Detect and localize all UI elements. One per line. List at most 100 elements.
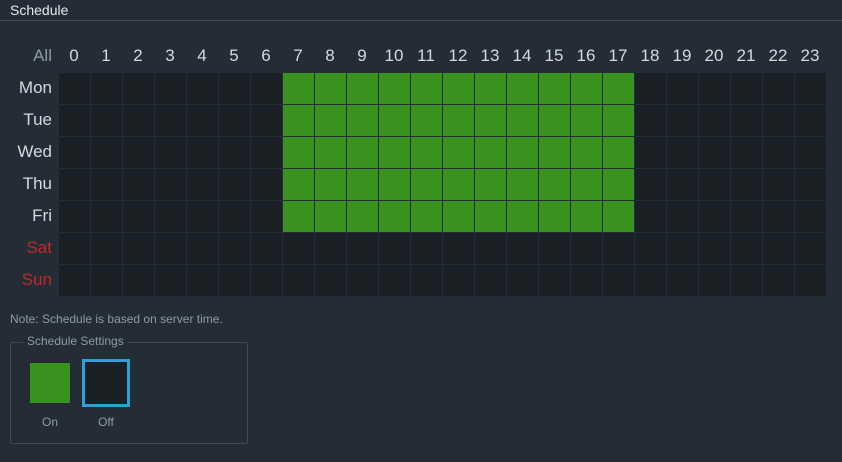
schedule-cell-wed-23[interactable] <box>795 137 826 168</box>
schedule-cell-tue-0[interactable] <box>59 105 90 136</box>
schedule-cell-wed-18[interactable] <box>635 137 666 168</box>
schedule-cell-fri-9[interactable] <box>347 201 378 232</box>
schedule-cell-sat-4[interactable] <box>187 233 218 264</box>
hour-label-20[interactable]: 20 <box>698 46 730 66</box>
schedule-cell-sat-20[interactable] <box>699 233 730 264</box>
hour-label-13[interactable]: 13 <box>474 46 506 66</box>
schedule-cell-fri-15[interactable] <box>539 201 570 232</box>
day-label-wed[interactable]: Wed <box>0 136 52 168</box>
schedule-cell-wed-8[interactable] <box>315 137 346 168</box>
day-label-sat[interactable]: Sat <box>0 232 52 264</box>
schedule-cell-tue-14[interactable] <box>507 105 538 136</box>
hour-label-15[interactable]: 15 <box>538 46 570 66</box>
hour-label-3[interactable]: 3 <box>154 46 186 66</box>
schedule-cell-sun-5[interactable] <box>219 265 250 296</box>
schedule-cell-mon-6[interactable] <box>251 73 282 104</box>
schedule-cell-fri-4[interactable] <box>187 201 218 232</box>
hour-label-4[interactable]: 4 <box>186 46 218 66</box>
schedule-cell-wed-22[interactable] <box>763 137 794 168</box>
schedule-cell-thu-1[interactable] <box>91 169 122 200</box>
schedule-cell-fri-7[interactable] <box>283 201 314 232</box>
schedule-cell-sun-14[interactable] <box>507 265 538 296</box>
hour-label-18[interactable]: 18 <box>634 46 666 66</box>
schedule-cell-sat-5[interactable] <box>219 233 250 264</box>
schedule-cell-fri-20[interactable] <box>699 201 730 232</box>
schedule-cell-fri-2[interactable] <box>123 201 154 232</box>
schedule-cell-sat-12[interactable] <box>443 233 474 264</box>
schedule-cell-sat-8[interactable] <box>315 233 346 264</box>
schedule-cell-tue-6[interactable] <box>251 105 282 136</box>
hour-label-8[interactable]: 8 <box>314 46 346 66</box>
schedule-cell-thu-2[interactable] <box>123 169 154 200</box>
schedule-cell-wed-20[interactable] <box>699 137 730 168</box>
day-label-fri[interactable]: Fri <box>0 200 52 232</box>
schedule-cell-mon-20[interactable] <box>699 73 730 104</box>
schedule-cell-thu-20[interactable] <box>699 169 730 200</box>
schedule-cell-tue-11[interactable] <box>411 105 442 136</box>
schedule-cell-thu-7[interactable] <box>283 169 314 200</box>
schedule-cell-fri-12[interactable] <box>443 201 474 232</box>
schedule-cell-wed-16[interactable] <box>571 137 602 168</box>
schedule-cell-sun-16[interactable] <box>571 265 602 296</box>
schedule-cell-wed-5[interactable] <box>219 137 250 168</box>
schedule-cell-mon-15[interactable] <box>539 73 570 104</box>
schedule-cell-wed-12[interactable] <box>443 137 474 168</box>
select-all-toggle[interactable]: All <box>22 46 52 66</box>
schedule-cell-fri-18[interactable] <box>635 201 666 232</box>
schedule-cell-sat-11[interactable] <box>411 233 442 264</box>
schedule-cell-sun-1[interactable] <box>91 265 122 296</box>
schedule-cell-tue-10[interactable] <box>379 105 410 136</box>
schedule-cell-fri-3[interactable] <box>155 201 186 232</box>
schedule-cell-sun-22[interactable] <box>763 265 794 296</box>
schedule-cell-wed-21[interactable] <box>731 137 762 168</box>
schedule-cell-fri-1[interactable] <box>91 201 122 232</box>
schedule-cell-wed-6[interactable] <box>251 137 282 168</box>
schedule-cell-thu-19[interactable] <box>667 169 698 200</box>
schedule-cell-thu-22[interactable] <box>763 169 794 200</box>
schedule-cell-mon-23[interactable] <box>795 73 826 104</box>
schedule-cell-sun-6[interactable] <box>251 265 282 296</box>
hour-label-19[interactable]: 19 <box>666 46 698 66</box>
schedule-cell-fri-8[interactable] <box>315 201 346 232</box>
schedule-cell-mon-8[interactable] <box>315 73 346 104</box>
schedule-cell-fri-6[interactable] <box>251 201 282 232</box>
schedule-cell-sun-3[interactable] <box>155 265 186 296</box>
off-swatch[interactable] <box>82 359 130 407</box>
schedule-cell-thu-8[interactable] <box>315 169 346 200</box>
schedule-cell-sat-13[interactable] <box>475 233 506 264</box>
schedule-cell-sat-19[interactable] <box>667 233 698 264</box>
schedule-cell-sat-0[interactable] <box>59 233 90 264</box>
schedule-cell-tue-17[interactable] <box>603 105 634 136</box>
hour-label-11[interactable]: 11 <box>410 46 442 66</box>
schedule-cell-sun-12[interactable] <box>443 265 474 296</box>
schedule-cell-sun-13[interactable] <box>475 265 506 296</box>
schedule-cell-sun-4[interactable] <box>187 265 218 296</box>
hour-label-9[interactable]: 9 <box>346 46 378 66</box>
schedule-cell-fri-11[interactable] <box>411 201 442 232</box>
schedule-cell-tue-19[interactable] <box>667 105 698 136</box>
schedule-cell-wed-7[interactable] <box>283 137 314 168</box>
schedule-cell-sat-14[interactable] <box>507 233 538 264</box>
schedule-cell-sun-18[interactable] <box>635 265 666 296</box>
schedule-cell-mon-11[interactable] <box>411 73 442 104</box>
schedule-cell-mon-2[interactable] <box>123 73 154 104</box>
schedule-cell-sat-16[interactable] <box>571 233 602 264</box>
schedule-cell-tue-1[interactable] <box>91 105 122 136</box>
schedule-cell-wed-4[interactable] <box>187 137 218 168</box>
schedule-cell-wed-9[interactable] <box>347 137 378 168</box>
schedule-cell-fri-22[interactable] <box>763 201 794 232</box>
schedule-cell-fri-19[interactable] <box>667 201 698 232</box>
schedule-cell-thu-16[interactable] <box>571 169 602 200</box>
schedule-cell-sun-15[interactable] <box>539 265 570 296</box>
schedule-cell-fri-14[interactable] <box>507 201 538 232</box>
hour-label-14[interactable]: 14 <box>506 46 538 66</box>
schedule-cell-mon-0[interactable] <box>59 73 90 104</box>
schedule-cell-fri-16[interactable] <box>571 201 602 232</box>
schedule-cell-mon-12[interactable] <box>443 73 474 104</box>
schedule-cell-tue-9[interactable] <box>347 105 378 136</box>
schedule-cell-mon-16[interactable] <box>571 73 602 104</box>
schedule-cell-mon-13[interactable] <box>475 73 506 104</box>
hour-label-16[interactable]: 16 <box>570 46 602 66</box>
schedule-cell-sun-2[interactable] <box>123 265 154 296</box>
day-label-tue[interactable]: Tue <box>0 104 52 136</box>
